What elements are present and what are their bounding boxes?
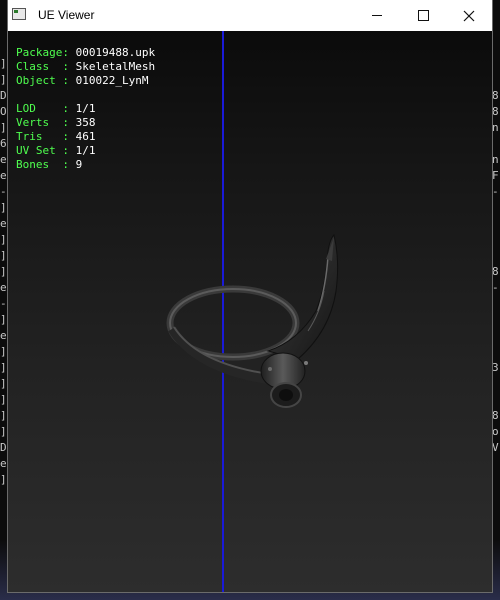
background-console-right-char	[492, 216, 500, 232]
3d-viewport[interactable]: Package: 00019488.upk Class : SkeletalMe…	[8, 31, 492, 592]
verts-label: Verts :	[16, 116, 76, 129]
app-icon[interactable]	[12, 8, 26, 20]
background-console-right-char: V	[492, 441, 499, 454]
background-console-right-char: 8	[492, 89, 499, 102]
bones-value: 9	[75, 158, 83, 171]
background-console-left-char: ]	[0, 377, 7, 390]
object-label: Object :	[16, 74, 76, 87]
minimize-button[interactable]	[354, 0, 400, 31]
background-console-left-char: ]	[0, 345, 7, 358]
background-console-right-char: 8	[492, 265, 499, 278]
class-row: Class : SkeletalMesh	[16, 60, 155, 74]
background-console-left-char: ]	[0, 249, 7, 262]
object-row: Object : 010022_LynM	[16, 74, 155, 88]
background-console-left-char: e	[0, 217, 7, 230]
tris-value: 461	[75, 130, 96, 143]
background-console-right-char	[492, 200, 500, 216]
background-console-left-char: ]	[0, 409, 7, 422]
background-console-left-char: e	[0, 281, 7, 294]
title-bar[interactable]: UE Viewer	[8, 0, 492, 31]
background-console-left-char: ]	[0, 473, 7, 486]
background-console-left-char: D	[0, 89, 7, 102]
background-console-left-char: e	[0, 153, 7, 166]
background-console-right-char: -	[492, 185, 499, 198]
background-console-right-char: n	[492, 121, 499, 134]
background-console-left-char: ]	[0, 425, 7, 438]
skeletal-mesh-model	[166, 234, 339, 408]
lod-row: LOD : 1/1	[16, 102, 155, 116]
maximize-icon	[417, 10, 429, 21]
background-console-left-char: e	[0, 457, 7, 470]
background-console-right-char: 8	[492, 105, 499, 118]
lod-value: 1/1	[75, 102, 96, 115]
ue-viewer-window: UE Viewer Package: 00019488.upk Class : …	[8, 0, 492, 592]
background-console-left-char: ]	[0, 361, 7, 374]
background-console-right-char	[492, 296, 500, 312]
close-button[interactable]	[446, 0, 492, 31]
background-console-left-char: -	[0, 185, 7, 198]
background-console-left-char: ]	[0, 73, 7, 86]
background-console-right-text: 88n nF- 8- 3 8oV	[492, 88, 500, 456]
background-console-right-char	[492, 328, 500, 344]
bones-label: Bones :	[16, 158, 76, 171]
background-console-right-char: F	[492, 169, 499, 182]
background-console-right-char: -	[492, 281, 499, 294]
mesh-info-overlay: Package: 00019488.upk Class : SkeletalMe…	[16, 46, 155, 172]
background-console-left-char: O	[0, 105, 7, 118]
package-row: Package: 00019488.upk	[16, 46, 155, 60]
background-console-right-char	[492, 344, 500, 360]
window-title: UE Viewer	[38, 8, 95, 22]
background-console-left-char: 6	[0, 137, 7, 150]
background-console-right-char: 3	[492, 361, 499, 374]
background-console-left-char: ]	[0, 265, 7, 278]
background-console-right-char	[492, 136, 500, 152]
package-value: 00019488.upk	[75, 46, 156, 59]
object-value: 010022_LynM	[75, 74, 149, 87]
background-console-left-char: ]	[0, 393, 7, 406]
uvset-value: 1/1	[75, 144, 96, 157]
tris-label: Tris :	[16, 130, 76, 143]
background-console-right-char: o	[492, 425, 499, 438]
background-console-right-char	[492, 312, 500, 328]
background-console-right-char	[492, 376, 500, 392]
class-label: Class :	[16, 60, 76, 73]
background-console-left-char: -	[0, 297, 7, 310]
background-console-right-char	[492, 392, 500, 408]
background-console-left-char: D	[0, 441, 7, 454]
close-icon	[463, 10, 475, 21]
class-value: SkeletalMesh	[75, 60, 156, 73]
tris-row: Tris : 461	[16, 130, 155, 144]
background-console-right-char	[492, 232, 500, 248]
maximize-button[interactable]	[400, 0, 446, 31]
verts-value: 358	[75, 116, 96, 129]
bones-row: Bones : 9	[16, 158, 155, 172]
background-console-left-char: ]	[0, 313, 7, 326]
package-label: Package:	[16, 46, 76, 59]
background-console-left-char: ]	[0, 121, 7, 134]
minimize-icon	[372, 15, 382, 16]
background-console-left-char: ]	[0, 233, 7, 246]
background-console-left-char: ]	[0, 201, 7, 214]
background-console-right-char: 8	[492, 409, 499, 422]
background-console-left-char: ]	[0, 57, 7, 70]
background-console-right-char: n	[492, 153, 499, 166]
background-console-left-char: e	[0, 169, 7, 182]
uvset-row: UV Set : 1/1	[16, 144, 155, 158]
background-console-left-text: ]] D O] 6 e e -] e]]] e -] e]]]]]] De]	[0, 56, 8, 488]
uvset-label: UV Set :	[16, 144, 76, 157]
verts-row: Verts : 358	[16, 116, 155, 130]
lod-label: LOD :	[16, 102, 76, 115]
background-console-left-char: e	[0, 329, 7, 342]
background-console-right-char	[492, 248, 500, 264]
